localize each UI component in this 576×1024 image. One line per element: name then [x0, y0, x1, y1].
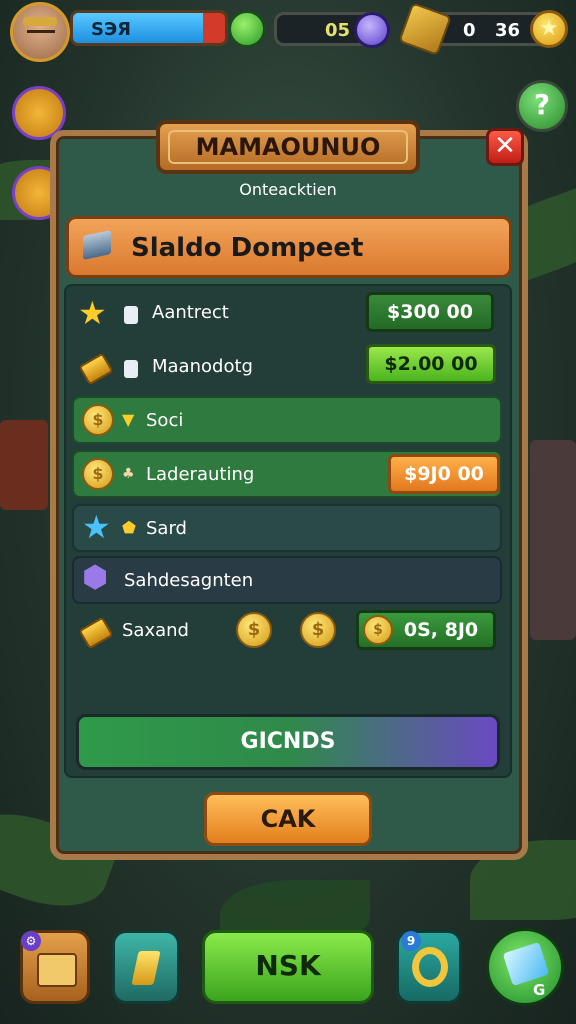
value-button[interactable]: $9J0 00 [388, 454, 500, 494]
list-item[interactable]: $ ♣ Laderauting $9J0 00 [72, 450, 502, 498]
tag-icon [124, 360, 138, 378]
dialog-subtitle: Onteacktien [239, 180, 337, 199]
shield-icon: ⬟ [122, 518, 136, 537]
row-label: Laderauting [146, 464, 255, 485]
list-item[interactable]: Maanodotg $2.00 00 [72, 344, 502, 392]
ring-badge: 9 [401, 931, 421, 951]
bg-structure [530, 440, 576, 640]
player-name-bar: SЭЯ [70, 10, 228, 46]
hand-icon: ♣ [122, 466, 135, 482]
diamond-icon [502, 941, 550, 987]
row-label: Saxand [122, 620, 189, 641]
close-button[interactable]: ✕ [486, 128, 524, 166]
bolt-button[interactable] [112, 930, 180, 1004]
list-item[interactable]: Saxand $ $ $ 0S, 8J0 [72, 608, 502, 656]
purple-gem-icon [354, 12, 390, 48]
chest-button[interactable]: ⚙ [20, 930, 90, 1004]
lightning-icon [131, 951, 161, 985]
coin-icon: $ [82, 458, 114, 490]
ok-label: CAK [260, 805, 316, 833]
coin-icon: $ [300, 612, 336, 648]
main-action-label: NSK [255, 949, 321, 982]
value-button[interactable]: $2.00 00 [366, 344, 496, 384]
purple-gem-icon: ⬢ [82, 560, 109, 595]
gem-count: 05 [325, 20, 351, 41]
ok-button[interactable]: CAK [204, 792, 372, 846]
chest-icon [37, 953, 77, 987]
list-item[interactable]: ★ Aantrect $300 00 [72, 290, 502, 338]
wallet-icon [83, 230, 111, 260]
player-avatar[interactable] [10, 2, 70, 62]
gem-shop-button[interactable]: G [486, 928, 564, 1006]
ring-icon [412, 947, 448, 987]
row-label: Soci [146, 410, 184, 431]
coin-icon: $ [82, 404, 114, 436]
row-label: Maanodotg [152, 356, 253, 377]
claim-label: GICNDS [240, 729, 336, 754]
gold-count-a: 0 [463, 20, 476, 41]
gold-bar-icon [78, 616, 114, 650]
gem-shop-label: G [533, 981, 546, 999]
row-label: Sard [146, 518, 187, 539]
row-label: Aantrect [152, 302, 229, 323]
coin-icon: $ [236, 612, 272, 648]
gold-crystal-icon [398, 2, 452, 56]
tag-icon [124, 306, 138, 324]
main-action-button[interactable]: NSK [202, 930, 374, 1004]
list-item[interactable]: ★ ⬟ Sard [72, 504, 502, 552]
bg-crate [0, 420, 48, 510]
gold-count-b: 36 [495, 20, 521, 41]
star-icon: ★ [78, 294, 107, 332]
row-label: Sahdesagnten [124, 570, 254, 591]
dialog-title: MAMAOUNUO [195, 133, 381, 161]
ring-button[interactable]: 9 [396, 930, 462, 1004]
coin-icon: $ [363, 615, 393, 645]
dialog-title-plate: MAMAOUNUO [156, 120, 420, 174]
chest-badge: ⚙ [21, 931, 41, 951]
star-coin-button[interactable]: ★ [530, 10, 568, 48]
list-item[interactable]: ⬢ Sahdesagnten [72, 556, 502, 604]
value-button[interactable]: $300 00 [366, 292, 494, 332]
value-text: 0S, 8J0 [403, 619, 479, 641]
value-button[interactable]: $ 0S, 8J0 [356, 610, 496, 650]
blue-star-icon: ★ [82, 508, 111, 546]
claim-button[interactable]: GICNDS [76, 714, 500, 770]
help-button[interactable]: ? [516, 80, 568, 132]
add-energy-button[interactable] [228, 10, 266, 48]
player-name: SЭЯ [91, 19, 132, 40]
wallet-label: Slaldo Dompeet [131, 233, 364, 263]
wallet-header: Slaldo Dompeet [66, 216, 512, 278]
shield-icon: ▼ [122, 410, 135, 429]
list-item[interactable]: $ ▼ Soci [72, 396, 502, 444]
gold-bar-icon [78, 352, 114, 386]
